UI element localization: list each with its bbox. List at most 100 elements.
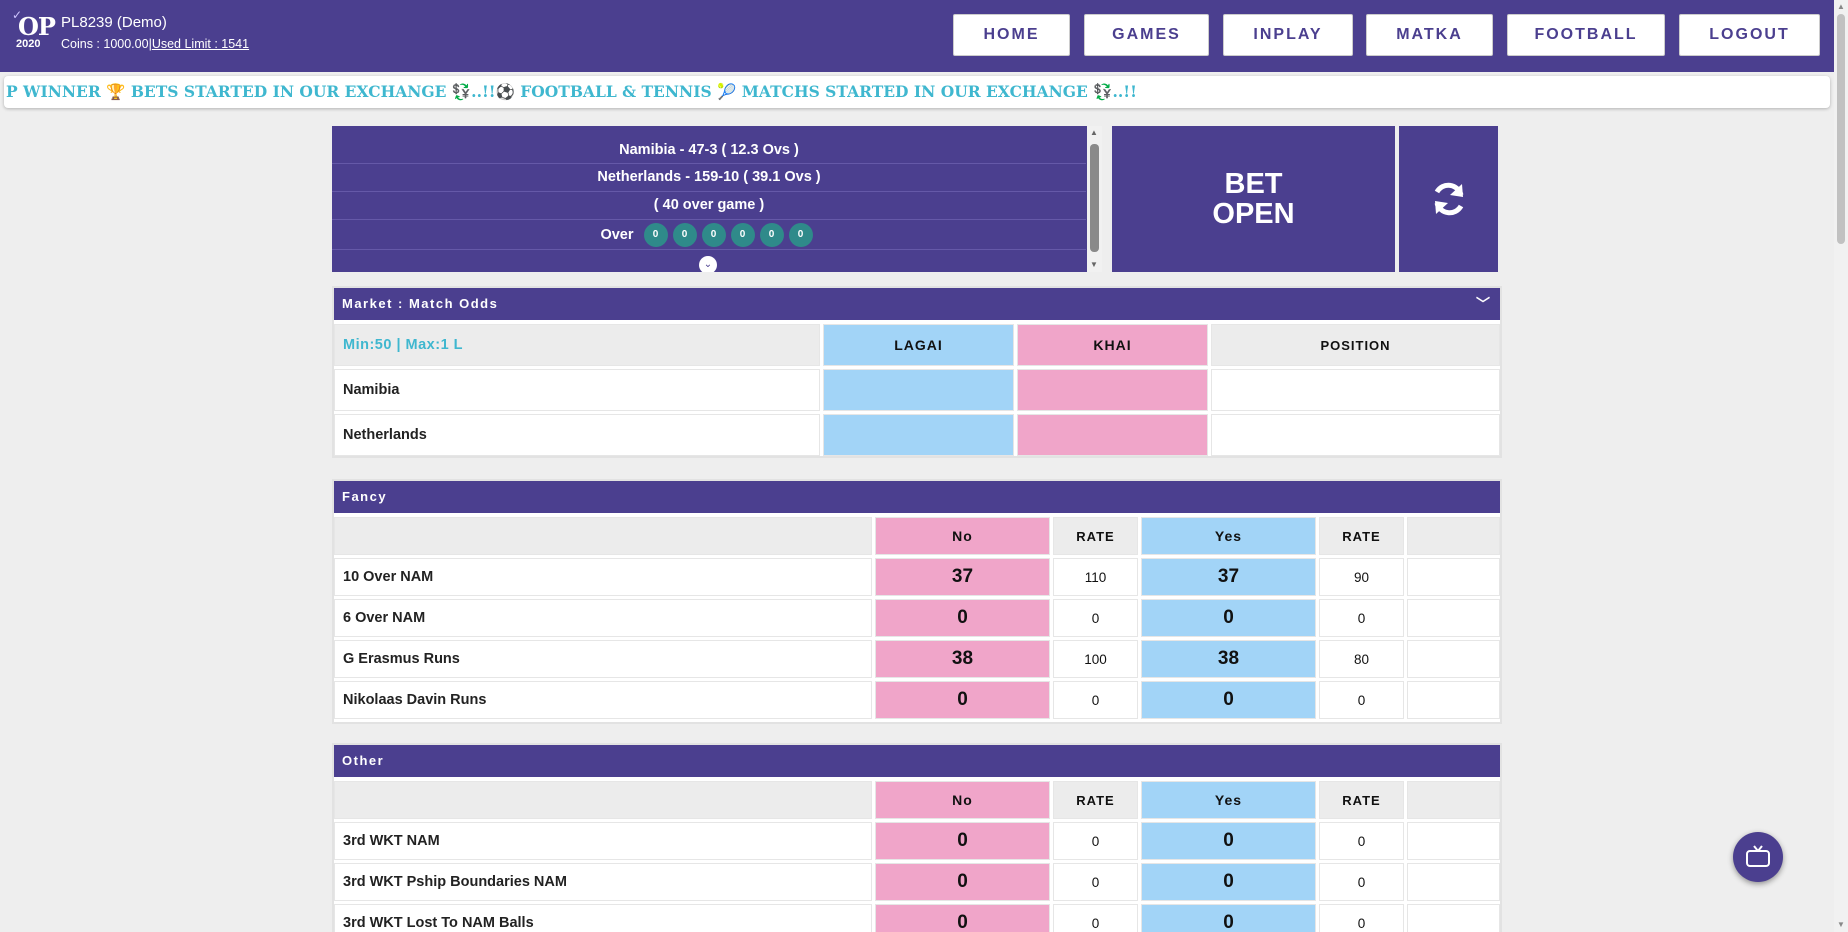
no-rate-value: 0 xyxy=(1091,915,1100,931)
news-ticker: P WINNER 🏆 BETS STARTED IN OUR EXCHANGE … xyxy=(4,76,1830,108)
fancy-yes-rate-header: RATE xyxy=(1319,517,1404,555)
rate-label: RATE xyxy=(1342,792,1381,808)
fancy-row-name: Nikolaas Davin Runs xyxy=(334,681,872,719)
no-value: 0 xyxy=(957,912,968,932)
other-extra-cell xyxy=(1407,904,1500,932)
fancy-panel: Fancy No RATE Yes RATE 10 Over NAM 37 11… xyxy=(332,479,1502,724)
fancy-no-cell[interactable]: 38 xyxy=(875,640,1050,678)
yes-rate-value: 80 xyxy=(1353,651,1370,667)
other-no-cell[interactable]: 0 xyxy=(875,904,1050,932)
scoreboard-scrollbar[interactable]: ▲ ▼ xyxy=(1087,126,1102,272)
fancy-extra-cell xyxy=(1407,558,1500,596)
fancy-no-rate-cell: 110 xyxy=(1053,558,1138,596)
yes-rate-value: 0 xyxy=(1357,833,1366,849)
page-scroll-down-icon[interactable]: ▼ xyxy=(1837,920,1845,929)
over-label: Over xyxy=(600,226,634,243)
other-extra-cell xyxy=(1407,822,1500,860)
yes-value: 0 xyxy=(1223,912,1234,932)
lagai-odds-cell[interactable] xyxy=(823,414,1014,456)
fancy-no-cell[interactable]: 0 xyxy=(875,599,1050,637)
bet-open-button[interactable]: BET OPEN xyxy=(1112,126,1395,272)
site-logo[interactable]: ✓ OP 2020 xyxy=(12,8,56,54)
lagai-label: LAGAI xyxy=(894,337,943,353)
nav-football-button[interactable]: FOOTBALL xyxy=(1507,14,1665,56)
collapse-chevron-icon[interactable]: ﹀ xyxy=(1476,288,1490,320)
other-row-name: 3rd WKT NAM xyxy=(334,822,872,860)
expand-chevron-icon[interactable]: ⌄ xyxy=(699,256,717,272)
logo-text: OP xyxy=(18,12,56,41)
yes-label: Yes xyxy=(1214,792,1243,808)
rate-label: RATE xyxy=(1076,792,1115,808)
other-yes-rate-header: RATE xyxy=(1319,781,1404,819)
scoreboard-scroll-thumb[interactable] xyxy=(1090,144,1099,252)
user-info: PL8239 (Demo) Coins : 1000.00|Used Limit… xyxy=(61,14,249,51)
fancy-row-name: 10 Over NAM xyxy=(334,558,872,596)
scroll-up-arrow-icon[interactable]: ▲ xyxy=(1090,128,1098,137)
fancy-yes-cell[interactable]: 38 xyxy=(1141,640,1316,678)
other-no-cell[interactable]: 0 xyxy=(875,863,1050,901)
other-header: Other xyxy=(334,745,1500,777)
ball-chip: 0 xyxy=(759,222,784,247)
page-scroll-up-icon[interactable]: ▲ xyxy=(1837,2,1845,11)
fancy-yes-cell[interactable]: 37 xyxy=(1141,558,1316,596)
lagai-header: LAGAI xyxy=(823,324,1014,366)
nav-logout-button[interactable]: LOGOUT xyxy=(1679,14,1820,56)
nav-matka-button[interactable]: MATKA xyxy=(1366,14,1493,56)
fancy-header-blank xyxy=(334,517,872,555)
fancy-no-rate-header: RATE xyxy=(1053,517,1138,555)
over-balls-row: Over 0 0 0 0 0 0 xyxy=(332,220,1086,250)
tv-icon xyxy=(1746,845,1770,867)
no-rate-value: 100 xyxy=(1084,651,1107,667)
khai-odds-cell[interactable] xyxy=(1017,369,1208,411)
no-value: 0 xyxy=(957,689,968,710)
no-label: No xyxy=(952,528,973,544)
nav-games-button[interactable]: GAMES xyxy=(1084,14,1209,56)
team-row-label: Namibia xyxy=(334,369,820,411)
other-yes-header: Yes xyxy=(1141,781,1316,819)
fancy-yes-rate-cell: 0 xyxy=(1319,599,1404,637)
lagai-odds-cell[interactable] xyxy=(823,369,1014,411)
fancy-extra-cell xyxy=(1407,640,1500,678)
ball-chip: 0 xyxy=(701,222,726,247)
yes-label: Yes xyxy=(1214,528,1243,544)
fancy-yes-cell[interactable]: 0 xyxy=(1141,599,1316,637)
coins-label: Coins : 1000.00 xyxy=(61,37,149,51)
yes-rate-value: 0 xyxy=(1357,874,1366,890)
fancy-yes-rate-cell: 0 xyxy=(1319,681,1404,719)
fancy-extra-cell xyxy=(1407,599,1500,637)
fancy-no-header: No xyxy=(875,517,1050,555)
other-yes-cell[interactable]: 0 xyxy=(1141,904,1316,932)
other-no-rate-cell: 0 xyxy=(1053,863,1138,901)
yes-rate-value: 0 xyxy=(1357,692,1366,708)
ball-chip: 0 xyxy=(643,222,668,247)
position-cell xyxy=(1211,369,1500,411)
refresh-button[interactable] xyxy=(1399,126,1498,272)
nav-home-button[interactable]: HOME xyxy=(953,14,1070,56)
other-yes-cell[interactable]: 0 xyxy=(1141,822,1316,860)
page-scroll-thumb[interactable] xyxy=(1837,14,1845,244)
page-scrollbar[interactable]: ▲ ▼ xyxy=(1834,0,1848,932)
fancy-no-cell[interactable]: 0 xyxy=(875,681,1050,719)
match-odds-panel: Market : Match Odds ﹀ Min:50 | Max:1 L L… xyxy=(332,286,1502,458)
no-value: 37 xyxy=(951,566,974,587)
scroll-down-arrow-icon[interactable]: ▼ xyxy=(1090,260,1098,269)
yes-rate-value: 0 xyxy=(1357,915,1366,931)
other-no-cell[interactable]: 0 xyxy=(875,822,1050,860)
fancy-no-rate-cell: 0 xyxy=(1053,599,1138,637)
used-limit-link[interactable]: Used Limit : 1541 xyxy=(152,37,249,51)
rate-label: RATE xyxy=(1342,528,1381,544)
khai-odds-cell[interactable] xyxy=(1017,414,1208,456)
live-tv-button[interactable] xyxy=(1733,832,1783,882)
other-title: Other xyxy=(342,753,385,768)
other-yes-cell[interactable]: 0 xyxy=(1141,863,1316,901)
fancy-extra-cell xyxy=(1407,681,1500,719)
fancy-no-cell[interactable]: 37 xyxy=(875,558,1050,596)
ticker-text: P WINNER 🏆 BETS STARTED IN OUR EXCHANGE … xyxy=(6,82,1137,101)
match-odds-header[interactable]: Market : Match Odds ﹀ xyxy=(334,288,1500,320)
nav-inplay-button[interactable]: INPLAY xyxy=(1223,14,1353,56)
other-extra-cell xyxy=(1407,863,1500,901)
position-label: POSITION xyxy=(1320,337,1391,353)
fancy-yes-cell[interactable]: 0 xyxy=(1141,681,1316,719)
min-max-limits: Min:50 | Max:1 L xyxy=(343,337,464,353)
other-extra-header xyxy=(1407,781,1500,819)
